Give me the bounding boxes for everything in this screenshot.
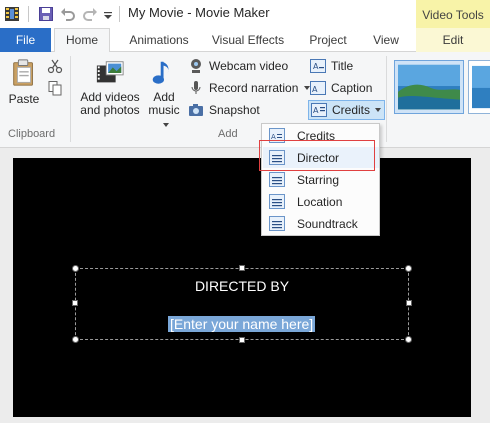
tab-home[interactable]: Home: [54, 28, 110, 53]
svg-text:A: A: [313, 62, 319, 71]
svg-text:A: A: [313, 106, 319, 115]
theme-thumbnail[interactable]: [468, 60, 490, 114]
location-menu-icon: [269, 194, 285, 209]
add-videos-label-2: and photos: [80, 103, 140, 117]
resize-handle[interactable]: [239, 265, 245, 271]
directed-by-text[interactable]: DIRECTED BY: [76, 278, 408, 294]
undo-icon[interactable]: [60, 6, 76, 22]
paste-label: Paste: [8, 92, 40, 106]
customize-arrow-icon[interactable]: [103, 6, 113, 22]
credits-label: Credits: [332, 103, 371, 117]
tab-project[interactable]: Project: [300, 28, 356, 52]
menu-item-starring[interactable]: Starring: [263, 169, 379, 190]
director-highlight-outline: [259, 140, 375, 171]
ribbon-home: Paste Clipboard Add videos and photos Ad…: [0, 52, 490, 148]
ribbon-tab-bar: File Home Animations Visual Effects Proj…: [0, 28, 490, 53]
title-icon: A: [310, 59, 326, 73]
resize-handle[interactable]: [406, 300, 412, 306]
title-separator: [119, 6, 120, 22]
auto-movie-themes-gallery: [392, 60, 490, 126]
movie-maker-app-icon[interactable]: [4, 6, 20, 22]
copy-icon[interactable]: [47, 80, 63, 96]
credits-dropdown-button[interactable]: A Credits: [308, 100, 386, 120]
resize-handle[interactable]: [72, 300, 78, 306]
caption-label: Caption: [331, 81, 373, 95]
credits-text-box[interactable]: DIRECTED BY [Enter your name here]: [75, 268, 409, 340]
add-music-label-2: music: [145, 104, 183, 130]
clipboard-group-label: Clipboard: [8, 128, 56, 140]
add-group-label: Add: [218, 128, 238, 140]
tab-edit[interactable]: Edit: [416, 28, 490, 52]
tab-view[interactable]: View: [362, 28, 410, 52]
credits-icon: A: [311, 103, 327, 117]
soundtrack-menu-icon: [269, 216, 285, 231]
menu-item-soundtrack[interactable]: Soundtrack: [263, 213, 379, 234]
record-narration-label: Record narration: [209, 81, 299, 95]
snapshot-label: Snapshot: [209, 103, 260, 117]
landscape-thumbnail-icon: [472, 65, 490, 109]
menu-item-location[interactable]: Location: [263, 191, 379, 212]
title-button[interactable]: A Title: [310, 56, 353, 76]
theme-thumbnail[interactable]: [394, 60, 464, 114]
add-videos-photos-button[interactable]: Add videos and photos: [78, 58, 142, 117]
resize-handle[interactable]: [405, 336, 412, 343]
menu-item-label: Location: [297, 194, 343, 209]
paste-button[interactable]: Paste: [6, 58, 42, 106]
microphone-icon: [191, 81, 201, 94]
credits-dropdown-arrow: [375, 108, 382, 112]
redo-icon[interactable]: [82, 6, 98, 22]
film-photos-icon: [96, 61, 124, 83]
name-placeholder[interactable]: [Enter your name here]: [168, 316, 316, 332]
resize-handle[interactable]: [72, 336, 79, 343]
snapshot-button[interactable]: Snapshot: [188, 100, 260, 120]
menu-item-label: Soundtrack: [297, 216, 358, 231]
starring-menu-icon: [269, 172, 285, 187]
tab-file[interactable]: File: [0, 28, 51, 52]
title-label: Title: [331, 59, 354, 73]
menu-item-label: Starring: [297, 172, 340, 187]
group-separator: [70, 56, 71, 142]
webcam-icon: [191, 59, 201, 73]
webcam-video-button[interactable]: Webcam video: [188, 56, 288, 76]
svg-text:A: A: [312, 85, 318, 94]
music-note-icon: [152, 61, 169, 84]
quick-access-separator: [28, 6, 29, 22]
tab-animations[interactable]: Animations: [121, 28, 197, 52]
record-narration-button[interactable]: Record narration: [188, 78, 311, 98]
resize-handle[interactable]: [405, 265, 412, 272]
window-title: My Movie - Movie Maker: [128, 5, 270, 20]
caption-icon: A: [310, 81, 326, 95]
add-music-button[interactable]: Add music: [145, 58, 183, 130]
camera-icon: [189, 104, 203, 116]
resize-handle[interactable]: [72, 265, 79, 272]
group-separator: [386, 56, 387, 142]
video-tools-context-header: Video Tools: [416, 0, 490, 28]
cut-icon[interactable]: [47, 58, 63, 74]
resize-handle[interactable]: [239, 337, 245, 343]
paste-icon: [13, 59, 33, 86]
webcam-video-label: Webcam video: [209, 59, 289, 73]
tab-visual-effects[interactable]: Visual Effects: [204, 28, 292, 52]
caption-button[interactable]: A Caption: [310, 78, 372, 98]
video-tools-label: Video Tools: [422, 8, 484, 22]
landscape-thumbnail-icon: [398, 64, 460, 110]
save-icon[interactable]: [38, 6, 54, 22]
title-bar: My Movie - Movie Maker Video Tools: [0, 0, 490, 28]
